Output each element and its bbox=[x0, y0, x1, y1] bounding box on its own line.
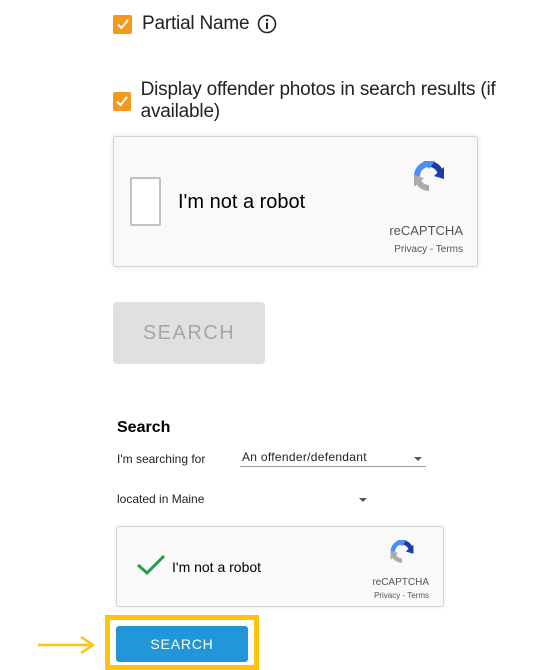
display-photos-checkbox[interactable] bbox=[113, 91, 131, 111]
location-value: located in Maine bbox=[117, 492, 205, 506]
recaptcha-widget-verified: I'm not a robot reCAPTCHA Privacy - Term… bbox=[116, 526, 444, 607]
searching-for-value: An offender/defendant bbox=[242, 450, 367, 464]
recaptcha-logo-icon bbox=[387, 537, 417, 574]
searching-for-label: I'm searching for bbox=[117, 452, 206, 466]
display-photos-option: Display offender photos in search result… bbox=[113, 79, 548, 123]
recaptcha-brand: reCAPTCHA bbox=[372, 577, 429, 588]
arrow-right-icon bbox=[38, 635, 96, 660]
chevron-down-icon bbox=[359, 498, 367, 502]
checkmark-icon[interactable] bbox=[136, 554, 166, 581]
display-photos-label: Display offender photos in search result… bbox=[140, 79, 496, 122]
partial-name-option: Partial Name bbox=[113, 13, 277, 35]
recaptcha-terms-link[interactable]: Privacy - Terms bbox=[394, 244, 463, 255]
location-select[interactable]: located in Maine bbox=[117, 492, 371, 508]
recaptcha-label: I'm not a robot bbox=[178, 191, 306, 213]
partial-name-label: Partial Name bbox=[142, 13, 250, 34]
recaptcha-terms-link[interactable]: Privacy - Terms bbox=[374, 591, 429, 600]
recaptcha-logo-icon bbox=[410, 157, 448, 204]
search-button[interactable]: SEARCH bbox=[116, 626, 248, 662]
recaptcha-checkbox[interactable] bbox=[130, 177, 161, 226]
chevron-down-icon bbox=[414, 457, 422, 461]
search-button-disabled[interactable]: SEARCH bbox=[113, 302, 265, 364]
info-icon[interactable] bbox=[257, 14, 277, 34]
search-heading: Search bbox=[117, 419, 171, 436]
recaptcha-brand: reCAPTCHA bbox=[389, 223, 463, 238]
recaptcha-label: I'm not a robot bbox=[172, 559, 262, 575]
recaptcha-widget: I'm not a robot reCAPTCHA Privacy - Term… bbox=[113, 136, 478, 267]
searching-for-select[interactable]: An offender/defendant bbox=[240, 450, 426, 467]
partial-name-checkbox[interactable] bbox=[113, 14, 132, 34]
